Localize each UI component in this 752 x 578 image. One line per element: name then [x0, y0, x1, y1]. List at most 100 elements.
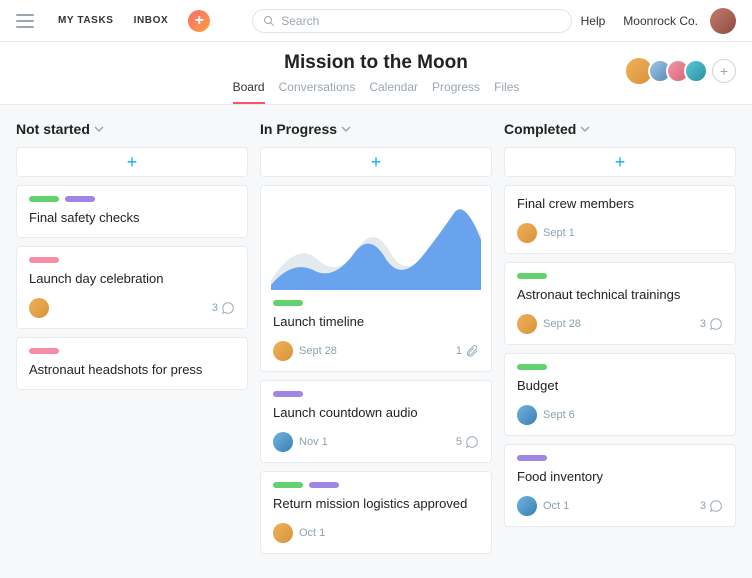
column-title: Not started — [16, 121, 90, 137]
card-title: Launch day celebration — [29, 271, 235, 288]
search-wrap: Search — [252, 9, 572, 33]
card-chart — [271, 200, 481, 290]
tag-pink — [29, 348, 59, 354]
tab-progress[interactable]: Progress — [432, 80, 480, 104]
attachment-count: 1 — [456, 344, 479, 358]
column-header[interactable]: In Progress — [260, 121, 492, 137]
tag-green — [273, 300, 303, 306]
comment-icon — [221, 301, 235, 315]
org-name[interactable]: Moonrock Co. — [623, 14, 698, 28]
card-date: Sept 1 — [543, 227, 575, 239]
card[interactable]: Launch countdown audio Nov 1 5 — [260, 380, 492, 463]
count: 3 — [212, 302, 218, 314]
card-date: Sept 28 — [543, 318, 581, 330]
card-date: Nov 1 — [299, 436, 328, 448]
card-title: Budget — [517, 378, 723, 395]
column-title: In Progress — [260, 121, 337, 137]
tag-pink — [29, 257, 59, 263]
comment-count: 5 — [456, 435, 479, 449]
column-completed: Completed + Final crew members Sept 1 As… — [504, 121, 736, 562]
board: Not started + Final safety checks Launch… — [0, 105, 752, 578]
menu-icon[interactable] — [16, 14, 34, 28]
card[interactable]: Food inventory Oct 1 3 — [504, 444, 736, 527]
assignee-avatar — [517, 223, 537, 243]
comment-icon — [709, 317, 723, 331]
avatar[interactable] — [710, 8, 736, 34]
assignee-avatar — [273, 432, 293, 452]
tag-purple — [65, 196, 95, 202]
count: 3 — [700, 318, 706, 330]
card-title: Food inventory — [517, 469, 723, 486]
tab-calendar[interactable]: Calendar — [369, 80, 418, 104]
column-title: Completed — [504, 121, 576, 137]
nav-my-tasks[interactable]: MY TASKS — [58, 15, 114, 26]
card-date: Oct 1 — [299, 527, 325, 539]
card[interactable]: Astronaut headshots for press — [16, 337, 248, 390]
attachment-icon — [465, 344, 479, 358]
member-avatar[interactable] — [684, 59, 708, 83]
comment-count: 3 — [700, 499, 723, 513]
card-title: Return mission logistics approved — [273, 496, 479, 513]
assignee-avatar — [29, 298, 49, 318]
card-date: Sept 28 — [299, 345, 337, 357]
column-not-started: Not started + Final safety checks Launch… — [16, 121, 248, 562]
assignee-avatar — [517, 496, 537, 516]
count: 5 — [456, 436, 462, 448]
card-title: Launch countdown audio — [273, 405, 479, 422]
tag-green — [517, 273, 547, 279]
tab-files[interactable]: Files — [494, 80, 519, 104]
add-card-button[interactable]: + — [504, 147, 736, 177]
assignee-avatar — [517, 405, 537, 425]
assignee-avatar — [517, 314, 537, 334]
create-button[interactable]: + — [188, 10, 210, 32]
chevron-down-icon — [580, 124, 590, 134]
count: 3 — [700, 500, 706, 512]
tag-green — [517, 364, 547, 370]
column-header[interactable]: Not started — [16, 121, 248, 137]
card-date: Sept 6 — [543, 409, 575, 421]
assignee-avatar — [273, 523, 293, 543]
card[interactable]: Astronaut technical trainings Sept 28 3 — [504, 262, 736, 345]
card[interactable]: Final crew members Sept 1 — [504, 185, 736, 254]
search-input[interactable]: Search — [252, 9, 572, 33]
count: 1 — [456, 345, 462, 357]
card-title: Final crew members — [517, 196, 723, 213]
assignee-avatar — [273, 341, 293, 361]
nav-inbox[interactable]: INBOX — [134, 15, 169, 26]
search-icon — [263, 15, 275, 27]
card-title: Launch timeline — [273, 314, 479, 331]
comment-count: 3 — [212, 301, 235, 315]
project-header: Mission to the Moon Board Conversations … — [0, 42, 752, 105]
chevron-down-icon — [94, 124, 104, 134]
card-title: Astronaut headshots for press — [29, 362, 235, 379]
card[interactable]: Return mission logistics approved Oct 1 — [260, 471, 492, 554]
chevron-down-icon — [341, 124, 351, 134]
tabs: Board Conversations Calendar Progress Fi… — [16, 80, 736, 104]
tag-purple — [309, 482, 339, 488]
tag-purple — [273, 391, 303, 397]
column-header[interactable]: Completed — [504, 121, 736, 137]
search-placeholder: Search — [281, 14, 319, 28]
add-member-button[interactable]: + — [712, 59, 736, 83]
comment-icon — [709, 499, 723, 513]
comment-icon — [465, 435, 479, 449]
card-title: Astronaut technical trainings — [517, 287, 723, 304]
add-card-button[interactable]: + — [260, 147, 492, 177]
tag-green — [29, 196, 59, 202]
add-card-button[interactable]: + — [16, 147, 248, 177]
project-members: + — [630, 56, 736, 86]
tag-green — [273, 482, 303, 488]
help-link[interactable]: Help — [581, 14, 606, 28]
card[interactable]: Budget Sept 6 — [504, 353, 736, 436]
comment-count: 3 — [700, 317, 723, 331]
card-title: Final safety checks — [29, 210, 235, 227]
card[interactable]: Launch day celebration 3 — [16, 246, 248, 329]
card-date: Oct 1 — [543, 500, 569, 512]
card[interactable]: Final safety checks — [16, 185, 248, 238]
tab-board[interactable]: Board — [233, 80, 265, 104]
tag-purple — [517, 455, 547, 461]
tab-conversations[interactable]: Conversations — [279, 80, 356, 104]
top-nav: MY TASKS INBOX + Search Help Moonrock Co… — [0, 0, 752, 42]
card[interactable]: Launch timeline Sept 28 1 — [260, 185, 492, 372]
column-in-progress: In Progress + Launch timeline Sept 28 1 — [260, 121, 492, 562]
